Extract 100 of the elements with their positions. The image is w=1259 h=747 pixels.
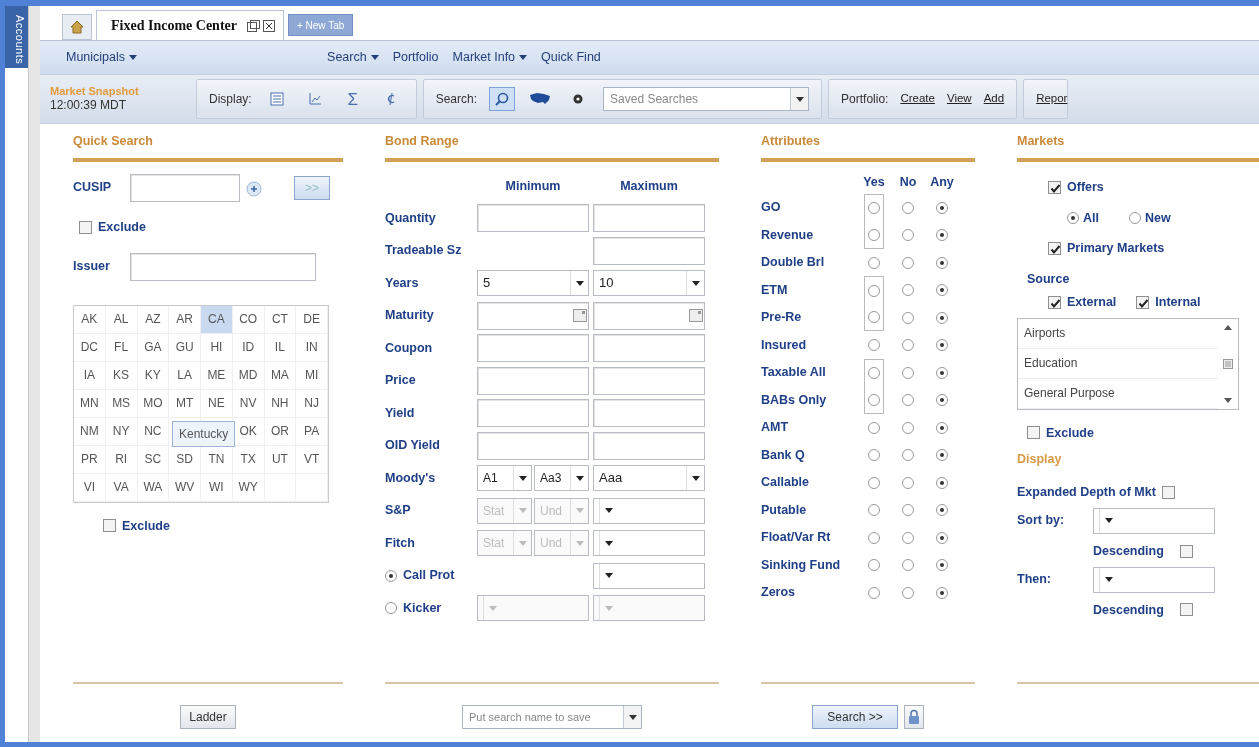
checkbox[interactable] xyxy=(1179,544,1193,558)
checkbox[interactable] xyxy=(1179,603,1193,617)
state-cell[interactable]: IN xyxy=(296,333,328,362)
radio-button[interactable] xyxy=(868,449,880,461)
radio-button[interactable] xyxy=(868,504,880,516)
radio-button[interactable] xyxy=(902,586,914,599)
state-cell[interactable]: GU xyxy=(169,333,201,362)
state-cell[interactable]: MD xyxy=(232,361,265,390)
state-cell[interactable]: MO xyxy=(137,389,170,418)
list-item[interactable]: Airports xyxy=(1018,318,1218,349)
search-button[interactable]: Search >> xyxy=(812,705,898,729)
dropdown[interactable]: 10 xyxy=(593,270,705,296)
radio-button[interactable] xyxy=(936,201,948,214)
state-cell[interactable]: PA xyxy=(296,417,328,446)
state-cell[interactable]: NV xyxy=(232,389,265,418)
max-field[interactable] xyxy=(593,431,705,460)
radio-button[interactable] xyxy=(936,586,948,599)
portfolio-link[interactable]: Create xyxy=(900,90,935,108)
state-cell[interactable]: AL xyxy=(105,305,138,334)
radio-button[interactable] xyxy=(936,394,948,406)
dropdown[interactable]: Aaa xyxy=(593,465,705,491)
radio-button[interactable] xyxy=(902,421,914,434)
checkbox[interactable] xyxy=(79,220,92,234)
radio-button[interactable] xyxy=(936,229,948,241)
radio-button[interactable] xyxy=(902,366,914,379)
min-field[interactable] xyxy=(477,366,589,395)
radio-button[interactable] xyxy=(936,339,948,351)
max-field[interactable] xyxy=(593,399,705,427)
state-cell[interactable]: UT xyxy=(264,445,297,474)
state-cell[interactable]: WA xyxy=(137,473,170,502)
radio-button[interactable] xyxy=(902,339,914,351)
state-cell[interactable]: AZ xyxy=(137,305,170,334)
portfolio-link[interactable]: View xyxy=(946,90,972,108)
radio-button[interactable] xyxy=(868,367,880,379)
state-cell[interactable]: PR xyxy=(74,445,106,474)
max-field[interactable] xyxy=(593,334,705,362)
state-cell[interactable]: ID xyxy=(232,333,265,362)
dropdown[interactable] xyxy=(1093,507,1215,534)
radio-button[interactable] xyxy=(1129,211,1141,224)
radio-button[interactable] xyxy=(868,421,880,434)
state-cell[interactable]: MI xyxy=(296,361,328,390)
state-cell[interactable]: MN xyxy=(74,389,106,418)
min-field[interactable] xyxy=(477,334,589,362)
state-cell[interactable]: GA xyxy=(137,333,170,362)
min-field[interactable] xyxy=(477,204,589,232)
radio-button[interactable] xyxy=(902,284,914,296)
checkbox[interactable] xyxy=(1136,295,1150,309)
accounts-tab[interactable]: Accounts xyxy=(5,6,28,68)
min-field[interactable] xyxy=(477,431,589,460)
state-cell[interactable]: WY xyxy=(232,473,265,502)
radio-button[interactable] xyxy=(385,569,397,582)
state-cell[interactable]: AK xyxy=(74,305,106,334)
radio-button[interactable] xyxy=(902,311,914,324)
state-cell[interactable]: DE xyxy=(296,305,328,334)
date-field[interactable] xyxy=(593,301,705,330)
radio-button[interactable] xyxy=(868,311,880,323)
state-cell[interactable]: LA xyxy=(169,361,201,390)
dropdown[interactable] xyxy=(1093,566,1215,593)
menu-item[interactable]: Search xyxy=(327,48,379,67)
list-item[interactable]: General Purpose xyxy=(1018,378,1218,409)
radio-button[interactable] xyxy=(868,586,880,599)
dropdown[interactable]: Aa3 xyxy=(534,465,589,491)
portfolio-link[interactable]: Add xyxy=(983,90,1005,108)
state-cell[interactable]: KS xyxy=(105,361,138,390)
radio-button[interactable] xyxy=(936,476,948,489)
dropdown[interactable] xyxy=(593,562,705,589)
state-cell[interactable]: SC xyxy=(137,445,170,474)
checkbox[interactable] xyxy=(1027,426,1040,440)
radio-button[interactable] xyxy=(902,504,914,516)
state-cell[interactable]: NJ xyxy=(296,389,328,418)
min-field[interactable] xyxy=(477,399,589,427)
dropdown[interactable] xyxy=(593,530,705,556)
radio-button[interactable] xyxy=(902,201,914,214)
state-cell[interactable]: MA xyxy=(264,361,297,390)
state-cell[interactable]: VI xyxy=(74,473,106,502)
radio-button[interactable] xyxy=(902,559,914,571)
dropdown[interactable] xyxy=(593,497,705,524)
state-cell[interactable]: NM xyxy=(74,417,106,446)
state-cell[interactable]: NC xyxy=(137,417,170,446)
menu-item[interactable]: Portfolio xyxy=(392,48,439,67)
state-cell[interactable]: NY xyxy=(105,417,138,446)
menu-item[interactable]: Market Info xyxy=(452,48,528,67)
radio-button[interactable] xyxy=(936,531,948,544)
radio-button[interactable] xyxy=(902,531,914,544)
state-cell[interactable]: VA xyxy=(105,473,138,502)
state-cell[interactable]: IL xyxy=(264,333,297,362)
menu-item[interactable]: Municipals xyxy=(66,48,138,67)
max-field[interactable] xyxy=(593,236,705,265)
state-cell[interactable]: WV xyxy=(169,473,201,502)
radio-button[interactable] xyxy=(936,284,948,296)
radio-button[interactable] xyxy=(902,449,914,461)
checkbox[interactable] xyxy=(1048,180,1061,194)
checkbox[interactable] xyxy=(1048,242,1061,256)
state-cell[interactable]: NH xyxy=(264,389,297,418)
state-cell[interactable]: CA xyxy=(201,305,233,334)
state-cell[interactable]: VT xyxy=(296,445,328,474)
add-button[interactable] xyxy=(246,178,262,197)
state-cell[interactable]: FL xyxy=(105,333,138,362)
radio-button[interactable] xyxy=(868,339,880,351)
radio-button[interactable] xyxy=(868,202,880,214)
